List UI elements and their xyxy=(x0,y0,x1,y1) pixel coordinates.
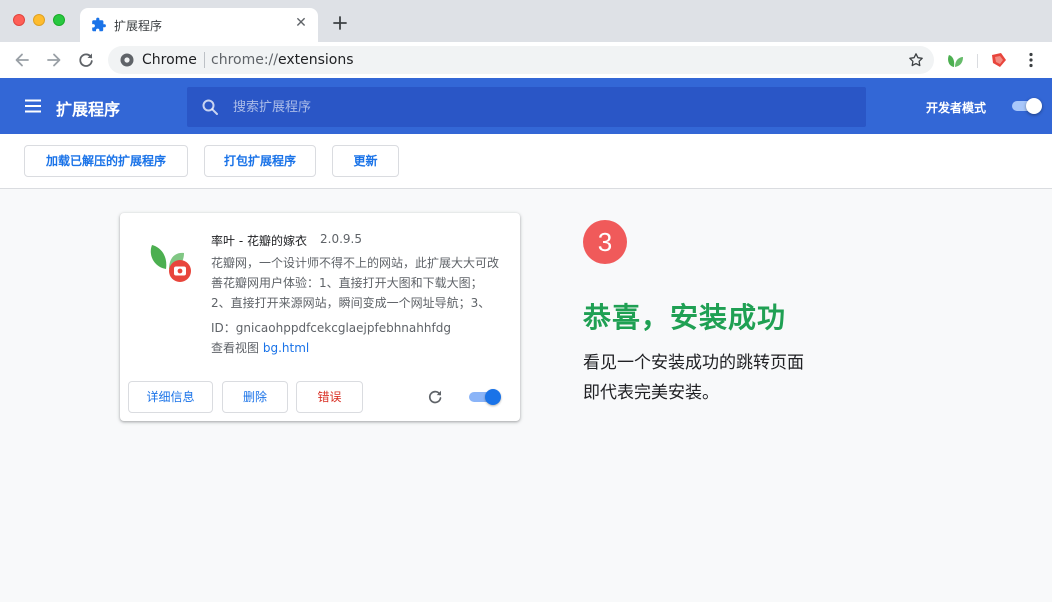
background-page-link[interactable]: bg.html xyxy=(263,341,309,355)
hamburger-icon[interactable] xyxy=(24,97,42,115)
toggle-knob xyxy=(1026,98,1042,114)
red-extension-icon[interactable] xyxy=(989,50,1009,70)
load-unpacked-button[interactable]: 加载已解压的扩展程序 xyxy=(24,145,188,177)
bookmark-star-icon[interactable] xyxy=(908,52,924,68)
chrome-logo-icon xyxy=(120,53,134,67)
extension-description: 花瓣网，一个设计师不得不上的网站，此扩展大大可改善花瓣网用户体验：1、直接打开大… xyxy=(211,256,500,310)
update-button[interactable]: 更新 xyxy=(332,145,399,177)
tab-close-icon[interactable]: ✕ xyxy=(293,15,309,31)
tab-strip: 扩展程序 ✕ xyxy=(0,0,1052,42)
inspect-views: 查看视图 bg.html xyxy=(211,339,309,356)
errors-button[interactable]: 错误 xyxy=(296,381,363,413)
extension-version: 2.0.9.5 xyxy=(320,232,362,246)
back-arrow-icon[interactable] xyxy=(12,50,32,70)
reload-page-icon[interactable] xyxy=(76,50,96,70)
puzzle-icon xyxy=(92,17,106,32)
inspect-views-label: 查看视图 xyxy=(211,341,260,355)
url-path: extensions xyxy=(278,52,354,68)
tab-title: 扩展程序 xyxy=(114,19,163,33)
search-input[interactable] xyxy=(233,87,833,127)
toggle-knob xyxy=(485,389,501,405)
window-close-button[interactable] xyxy=(13,14,25,26)
address-bar[interactable]: Chrome chrome://extensions xyxy=(108,46,934,74)
success-title: 恭喜，安装成功 xyxy=(583,301,787,334)
new-tab-icon[interactable] xyxy=(330,13,350,33)
tab-extensions[interactable]: 扩展程序 ✕ xyxy=(80,8,318,42)
search-box[interactable] xyxy=(187,87,866,127)
extension-logo-icon xyxy=(150,245,191,282)
extensions-header: 扩展程序 开发者模式 xyxy=(0,78,1052,134)
extension-enable-toggle[interactable] xyxy=(467,389,501,405)
developer-mode-label: 开发者模式 xyxy=(926,101,987,115)
developer-mode-toggle[interactable] xyxy=(1010,98,1042,114)
url-scheme: chrome:// xyxy=(211,52,278,68)
success-description-line-2: 即代表完美安装。 xyxy=(583,383,719,403)
pack-extension-button[interactable]: 打包扩展程序 xyxy=(204,145,316,177)
success-description-line-1: 看见一个安装成功的跳转页面 xyxy=(583,353,804,373)
window-minimize-button[interactable] xyxy=(33,14,45,26)
browser-toolbar: Chrome chrome://extensions xyxy=(0,42,1052,78)
extension-name: 率叶 - 花瓣的嫁衣 xyxy=(211,234,307,248)
details-button[interactable]: 详细信息 xyxy=(128,381,213,413)
more-menu-icon[interactable] xyxy=(1021,50,1041,70)
extension-card: 率叶 - 花瓣的嫁衣 2.0.9.5 花瓣网，一个设计师不得不上的网站，此扩展大… xyxy=(120,213,520,421)
site-chip-label: Chrome xyxy=(142,52,197,68)
search-icon xyxy=(202,99,218,115)
developer-action-bar: 加载已解压的扩展程序 打包扩展程序 更新 xyxy=(0,134,1052,189)
window-zoom-button[interactable] xyxy=(53,14,65,26)
step-number-badge: 3 xyxy=(583,220,627,264)
reload-icon[interactable] xyxy=(426,388,444,406)
forward-arrow-icon[interactable] xyxy=(44,50,64,70)
leaf-extension-icon[interactable] xyxy=(945,50,965,70)
omnibox-divider xyxy=(204,52,205,68)
toolbar-separator xyxy=(977,54,978,68)
remove-button[interactable]: 删除 xyxy=(222,381,288,413)
url-text[interactable]: chrome://extensions xyxy=(211,52,354,68)
extension-id: ID：gnicaohppdfcekcglaejpfebhnahhfdg xyxy=(211,321,451,335)
page-title: 扩展程序 xyxy=(56,100,121,119)
